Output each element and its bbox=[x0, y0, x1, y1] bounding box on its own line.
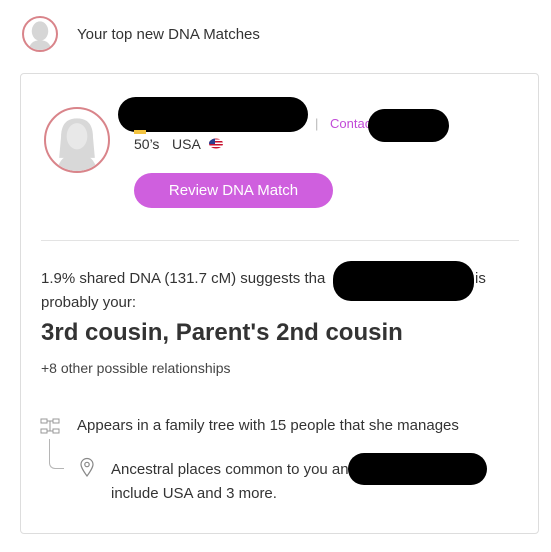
places-and-text: and bbox=[192, 485, 227, 502]
review-dna-match-button[interactable]: Review DNA Match bbox=[134, 173, 333, 208]
divider bbox=[41, 240, 519, 241]
header-avatar bbox=[22, 16, 58, 52]
match-avatar[interactable] bbox=[44, 107, 110, 173]
shared-dna-suffix: is bbox=[475, 270, 486, 287]
us-flag-icon bbox=[208, 136, 224, 154]
family-tree-text: Appears in a family tree with 15 people … bbox=[77, 417, 459, 434]
relationship-title: 3rd cousin, Parent's 2nd cousin bbox=[41, 319, 403, 346]
redacted-name bbox=[118, 97, 308, 132]
location-pin-icon bbox=[79, 457, 95, 482]
redacted-places-name bbox=[348, 453, 487, 485]
other-relationships-link[interactable]: +8 other possible relationships bbox=[41, 360, 231, 376]
redacted-match-name bbox=[333, 261, 474, 301]
person-silhouette-icon bbox=[57, 118, 97, 171]
person-silhouette-icon bbox=[28, 21, 52, 50]
match-card: | Contac 50’s USA Review DNA Match 1.9% … bbox=[20, 73, 539, 534]
family-tree-icon bbox=[40, 418, 60, 439]
places-country-text: USA bbox=[162, 485, 193, 502]
connector-line bbox=[49, 439, 64, 469]
membership-badge bbox=[134, 130, 146, 134]
ancestral-places-list: include USA and 3 more. bbox=[111, 485, 277, 502]
probably-text: probably your: bbox=[41, 294, 137, 311]
more-places-link[interactable]: 3 more bbox=[226, 485, 273, 502]
separator: | bbox=[315, 116, 319, 131]
contact-link[interactable]: Contac bbox=[330, 116, 371, 131]
redacted-contact bbox=[368, 109, 449, 142]
places-period: . bbox=[272, 485, 277, 502]
match-age: 50’s bbox=[134, 136, 160, 152]
places-include-text: include bbox=[111, 485, 163, 502]
shared-dna-text: 1.9% shared DNA (131.7 cM) suggests tha bbox=[41, 270, 326, 287]
match-country: USA bbox=[172, 136, 201, 152]
ancestral-places-text: Ancestral places common to you an bbox=[111, 461, 349, 478]
page-title: Your top new DNA Matches bbox=[77, 26, 260, 43]
